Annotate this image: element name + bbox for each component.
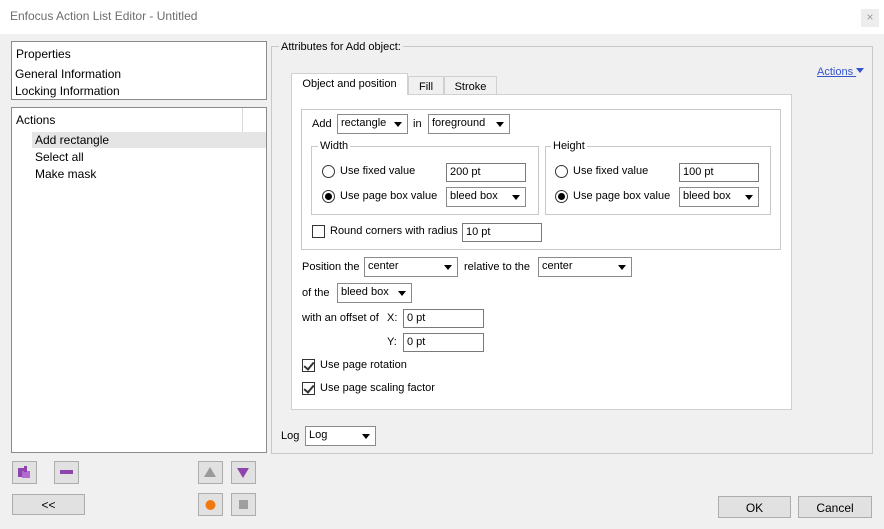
log-label: Log xyxy=(281,430,300,442)
position-select[interactable]: center xyxy=(364,257,458,277)
back-button[interactable]: << xyxy=(12,494,85,515)
use-page-rotation-checkbox[interactable] xyxy=(302,359,315,372)
orange-circle-icon xyxy=(205,500,216,510)
of-the-value: bleed box xyxy=(341,286,389,298)
remove-action-button[interactable] xyxy=(54,461,79,484)
move-down-button[interactable] xyxy=(231,461,256,484)
shape-select-value: rectangle xyxy=(341,117,387,129)
use-page-scaling-checkbox[interactable] xyxy=(302,382,315,395)
in-label: in xyxy=(413,118,422,130)
height-page-label: Use page box value xyxy=(573,190,671,202)
position-label: Position the xyxy=(302,261,360,273)
height-fixed-radio[interactable] xyxy=(555,165,568,178)
of-the-label: of the xyxy=(302,287,330,299)
relative-to-label: relative to the xyxy=(464,261,531,273)
triangle-down-icon xyxy=(237,468,249,478)
width-page-label: Use page box value xyxy=(340,190,438,202)
actions-panel: Actions Add rectangle Select all Make ma… xyxy=(11,107,267,453)
close-icon[interactable]: × xyxy=(861,9,879,27)
chevron-down-icon xyxy=(745,195,753,200)
use-page-scaling-label: Use page scaling factor xyxy=(320,382,435,394)
offset-y-input[interactable]: 0 pt xyxy=(403,333,484,352)
height-page-value: bleed box xyxy=(683,190,731,202)
properties-panel: Properties General Information Locking I… xyxy=(11,41,267,100)
round-corners-input[interactable]: 10 pt xyxy=(462,223,542,242)
use-page-rotation-label: Use page rotation xyxy=(320,359,407,371)
height-page-select[interactable]: bleed box xyxy=(679,187,759,207)
add-label: Add xyxy=(312,118,332,130)
chevron-down-icon xyxy=(362,434,370,439)
actions-header-divider xyxy=(242,108,243,132)
general-information-item[interactable]: General Information xyxy=(15,67,121,81)
action-select-all[interactable]: Select all xyxy=(35,150,84,164)
round-corners-label: Round corners with radius xyxy=(330,225,458,237)
width-page-radio[interactable] xyxy=(322,190,335,203)
height-page-radio[interactable] xyxy=(555,190,568,203)
stop-square-icon xyxy=(239,500,248,509)
width-fixed-input[interactable]: 200 pt xyxy=(446,163,526,182)
offset-x-label: X: xyxy=(387,312,398,324)
relative-to-select[interactable]: center xyxy=(538,257,632,277)
properties-item[interactable]: Properties xyxy=(16,47,71,61)
of-the-select[interactable]: bleed box xyxy=(337,283,412,303)
width-page-select[interactable]: bleed box xyxy=(446,187,526,207)
chevron-down-icon xyxy=(496,122,504,127)
add-action-button[interactable] xyxy=(12,461,37,484)
remove-icon xyxy=(60,470,73,474)
tab-object-and-position[interactable]: Object and position xyxy=(291,73,408,95)
action-add-rectangle[interactable]: Add rectangle xyxy=(35,133,109,147)
position-value: center xyxy=(368,260,399,272)
move-up-button[interactable] xyxy=(198,461,223,484)
ok-button[interactable]: OK xyxy=(718,496,791,518)
tab-fill[interactable]: Fill xyxy=(408,76,444,95)
actions-link-label: Actions xyxy=(817,66,854,78)
actions-menu-link[interactable]: Actions xyxy=(817,66,865,78)
stop-button[interactable] xyxy=(231,493,256,516)
offset-label: with an offset of xyxy=(302,312,379,324)
tab-stroke[interactable]: Stroke xyxy=(444,76,497,95)
run-button[interactable] xyxy=(198,493,223,516)
caret-down-icon xyxy=(856,68,865,73)
chevron-down-icon xyxy=(444,265,452,270)
height-fixed-input[interactable]: 100 pt xyxy=(679,163,759,182)
width-fixed-radio[interactable] xyxy=(322,165,335,178)
layer-select[interactable]: foreground xyxy=(428,114,510,134)
chevron-down-icon xyxy=(398,291,406,296)
round-corners-checkbox[interactable] xyxy=(312,225,325,238)
log-select[interactable]: Log xyxy=(305,426,376,446)
width-legend: Width xyxy=(318,140,351,152)
actions-header: Actions xyxy=(16,113,56,127)
chevron-down-icon xyxy=(512,195,520,200)
window-title: Enfocus Action List Editor - Untitled xyxy=(10,9,198,23)
height-legend: Height xyxy=(551,140,587,152)
attributes-heading: Attributes for Add object: xyxy=(279,41,403,53)
cancel-button[interactable]: Cancel xyxy=(798,496,872,518)
height-fixed-label: Use fixed value xyxy=(573,165,649,177)
log-value: Log xyxy=(309,429,328,441)
offset-y-label: Y: xyxy=(387,336,397,348)
chevron-down-icon xyxy=(394,122,402,127)
offset-x-input[interactable]: 0 pt xyxy=(403,309,484,328)
triangle-up-icon xyxy=(204,467,216,477)
chevron-down-icon xyxy=(618,265,626,270)
action-make-mask[interactable]: Make mask xyxy=(35,167,96,181)
width-fixed-label: Use fixed value xyxy=(340,165,416,177)
width-page-value: bleed box xyxy=(450,190,498,202)
shape-select[interactable]: rectangle xyxy=(337,114,408,134)
locking-information-item[interactable]: Locking Information xyxy=(15,84,120,98)
relative-to-value: center xyxy=(542,260,573,272)
layer-select-value: foreground xyxy=(432,117,486,129)
add-action-icon xyxy=(18,466,30,478)
